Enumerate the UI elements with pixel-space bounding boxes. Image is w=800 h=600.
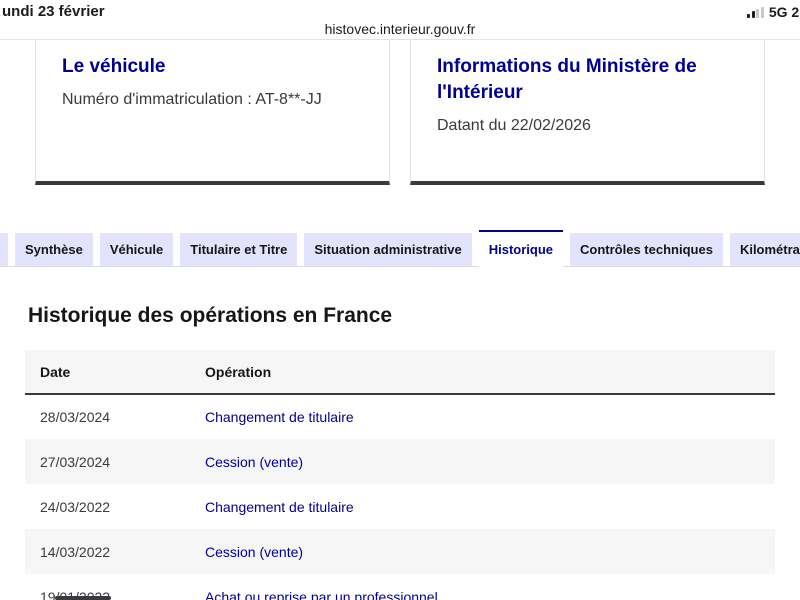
tab-situation-administrative[interactable]: Situation administrative bbox=[304, 233, 472, 267]
registration-number: Numéro d'immatriculation : AT-8**-JJ bbox=[62, 91, 322, 108]
data-date: Datant du 22/02/2026 bbox=[437, 117, 591, 134]
operations-table: Date Opération 28/03/2024 Changement de … bbox=[25, 350, 775, 600]
table-row: 19/01/2022 Achat ou reprise par un profe… bbox=[25, 574, 775, 600]
tab-synthese[interactable]: Synthèse bbox=[15, 233, 93, 267]
page-title: Historique des opérations en France bbox=[28, 304, 393, 327]
summary-cards: Le véhicule Numéro d'immatriculation : A… bbox=[0, 40, 800, 185]
status-bar: undi 23 février histovec.interieur.gouv.… bbox=[0, 0, 800, 40]
operation-link[interactable]: Changement de titulaire bbox=[205, 409, 354, 425]
tab-controles-techniques[interactable]: Contrôles techniques bbox=[570, 233, 723, 267]
cellular-signal-icon bbox=[747, 6, 764, 18]
vehicle-card-title: Le véhicule bbox=[62, 56, 166, 77]
operation-date: 24/03/2022 bbox=[40, 498, 111, 515]
address-bar[interactable]: histovec.interieur.gouv.fr bbox=[0, 21, 800, 37]
scrollbar-thumb[interactable] bbox=[55, 596, 111, 600]
ministry-card-title: Informations du Ministère de l'Intérieur bbox=[437, 56, 697, 103]
tab-titulaire-et-titre[interactable]: Titulaire et Titre bbox=[180, 233, 298, 267]
table-row: 24/03/2022 Changement de titulaire bbox=[25, 484, 775, 529]
status-date: undi 23 février bbox=[2, 3, 105, 20]
tab-kilometrage[interactable]: Kilométrage bbox=[729, 233, 800, 267]
historique-panel: Historique des opérations en France Date… bbox=[0, 266, 800, 600]
operation-link[interactable]: Achat ou reprise par un professionnel bbox=[205, 589, 438, 600]
status-right-cluster: 5G 21 bbox=[747, 3, 800, 21]
tab-historique[interactable]: Historique bbox=[478, 230, 564, 267]
table-row: 28/03/2024 Changement de titulaire bbox=[25, 394, 775, 439]
table-row: 27/03/2024 Cession (vente) bbox=[25, 439, 775, 484]
column-header-date: Date bbox=[25, 350, 190, 395]
operation-link[interactable]: Cession (vente) bbox=[205, 544, 303, 560]
table-row: 14/03/2022 Cession (vente) bbox=[25, 529, 775, 574]
network-type-label: 5G 21 bbox=[768, 4, 800, 20]
table-header-row: Date Opération bbox=[25, 350, 775, 395]
operation-date: 27/03/2024 bbox=[25, 439, 190, 484]
operation-link[interactable]: Cession (vente) bbox=[205, 454, 303, 470]
tab-partial-left[interactable] bbox=[0, 233, 8, 267]
operation-date: 14/03/2022 bbox=[25, 529, 190, 574]
operation-date: 28/03/2024 bbox=[40, 409, 111, 425]
ministry-info-card: Informations du Ministère de l'Intérieur… bbox=[410, 40, 765, 185]
histovec-page: undi 23 février histovec.interieur.gouv.… bbox=[0, 0, 800, 600]
column-header-operation: Opération bbox=[190, 350, 775, 395]
section-tabs: Synthèse Véhicule Titulaire et Titre Sit… bbox=[0, 230, 800, 267]
vehicle-card: Le véhicule Numéro d'immatriculation : A… bbox=[35, 40, 390, 185]
operation-link[interactable]: Changement de titulaire bbox=[205, 499, 354, 515]
tab-vehicule[interactable]: Véhicule bbox=[99, 233, 174, 267]
